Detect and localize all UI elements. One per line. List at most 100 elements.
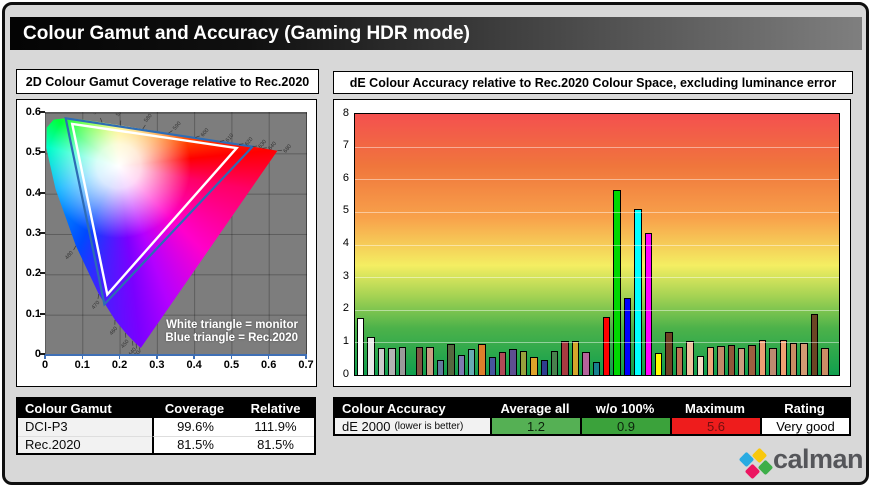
bar bbox=[530, 357, 538, 375]
x-axis-line bbox=[45, 354, 306, 356]
wavelength-tick bbox=[100, 117, 103, 123]
accuracy-chart-panel: 0 1 2 3 4 5 6 7 8 bbox=[333, 99, 851, 387]
gamut-relative-value: 81.5% bbox=[237, 435, 314, 454]
x-tick-label: 0 bbox=[41, 359, 49, 371]
wavelength-label: 460 bbox=[109, 326, 120, 337]
bar bbox=[706, 346, 715, 375]
x-tick-mark bbox=[193, 354, 195, 359]
table-header-cell: Relative bbox=[237, 399, 314, 418]
wavelength-label: 580 bbox=[143, 113, 154, 124]
table-header-cell: Maximum bbox=[670, 399, 760, 418]
wavelength-label: 560 bbox=[92, 113, 103, 116]
bar bbox=[654, 353, 663, 375]
gamut-coverage-value: 99.6% bbox=[152, 418, 237, 436]
bar bbox=[634, 208, 642, 375]
bar bbox=[602, 316, 611, 375]
bar bbox=[357, 317, 365, 375]
table-header-cell: Colour Accuracy bbox=[335, 399, 490, 418]
bar bbox=[561, 340, 569, 375]
wavelength-tick bbox=[142, 124, 146, 130]
accuracy-value-cell: 5.6 bbox=[670, 418, 760, 434]
x-tick-label: 0.5 bbox=[223, 359, 240, 371]
page-title: Colour Gamut and Accuracy (Gaming HDR mo… bbox=[10, 17, 862, 50]
bar bbox=[540, 360, 549, 375]
gridline bbox=[355, 277, 839, 279]
wavelength-label: 480 bbox=[64, 250, 75, 261]
table-header-cell: Coverage bbox=[152, 399, 237, 418]
accuracy-row-note: (lower is better) bbox=[394, 420, 464, 432]
bar bbox=[499, 351, 507, 375]
bar bbox=[790, 343, 798, 375]
accuracy-chart-header: dE Colour Accuracy relative to Rec.2020 … bbox=[333, 71, 853, 94]
gridline bbox=[355, 309, 839, 311]
wavelength-tick bbox=[139, 347, 141, 353]
bar bbox=[592, 361, 600, 375]
report-frame: Colour Gamut and Accuracy (Gaming HDR mo… bbox=[2, 2, 869, 485]
bar-y-tick-label: 7 bbox=[342, 139, 349, 152]
bar bbox=[571, 340, 580, 375]
cie-chromaticity-plot: 4204304404504604704805605705805906006106… bbox=[45, 112, 307, 356]
y-tick-mark bbox=[40, 312, 45, 315]
bar bbox=[478, 344, 486, 375]
gamut-chart-panel: 4204304404504604704805605705805906006106… bbox=[16, 99, 317, 387]
x-tick-label: 0.2 bbox=[111, 359, 128, 371]
accuracy-value-cell: 1.2 bbox=[490, 418, 580, 434]
bar bbox=[388, 348, 396, 375]
gridline bbox=[355, 244, 839, 246]
gamut-row-label: Rec.2020 bbox=[18, 435, 152, 453]
y-tick-label: 0.6 bbox=[25, 106, 41, 118]
y-tick-label: 0.4 bbox=[25, 186, 41, 199]
y-tick-mark bbox=[40, 151, 45, 154]
wavelength-label: 570 bbox=[115, 113, 126, 118]
y-tick-mark bbox=[40, 111, 45, 113]
bar-y-tick-label: 4 bbox=[342, 237, 349, 249]
wavelength-tick bbox=[97, 294, 100, 299]
calman-logo: calman bbox=[738, 444, 870, 486]
bar bbox=[665, 332, 673, 375]
bar bbox=[447, 344, 455, 375]
x-tick-mark bbox=[267, 354, 270, 359]
gridline bbox=[355, 146, 839, 148]
y-tick-label: 0.3 bbox=[25, 227, 41, 239]
bar bbox=[675, 347, 684, 375]
gamut-coverage-value: 81.5% bbox=[152, 435, 237, 453]
x-tick-mark bbox=[118, 354, 121, 359]
bar bbox=[696, 356, 704, 375]
bar-y-tick-label: 0 bbox=[342, 367, 349, 380]
logo-text: calman bbox=[773, 444, 864, 474]
bar bbox=[686, 340, 694, 375]
x-tick-label: 0.1 bbox=[74, 359, 90, 371]
bar bbox=[800, 343, 808, 375]
wavelength-label: 640 bbox=[267, 141, 278, 152]
bar-y-tick-label: 5 bbox=[342, 204, 349, 217]
gridline bbox=[355, 179, 839, 181]
bar bbox=[377, 348, 386, 375]
bar bbox=[415, 347, 424, 375]
gridline bbox=[355, 342, 839, 344]
accuracy-value-cell: Very good bbox=[760, 418, 849, 434]
bar bbox=[519, 350, 528, 375]
wavelength-label: 590 bbox=[172, 121, 183, 132]
bar-y-tick-label: 6 bbox=[342, 171, 349, 184]
gamut-relative-value: 111.9% bbox=[254, 419, 297, 435]
bar bbox=[613, 190, 621, 375]
wavelength-label: 470 bbox=[91, 300, 102, 311]
wavelength-tick bbox=[73, 245, 77, 251]
bar bbox=[738, 348, 746, 375]
accuracy-table: Colour Accuracy Average all w/o 100% Maximu… bbox=[333, 397, 851, 436]
wavelength-label: 450 bbox=[120, 339, 131, 350]
bar bbox=[398, 347, 406, 375]
table-header-cell: Average all bbox=[490, 399, 580, 418]
bar bbox=[769, 348, 777, 375]
y-tick-label: 0.1 bbox=[25, 307, 41, 320]
gamut-row-label: DCI-P3 bbox=[18, 418, 152, 436]
bar-y-tick-label: 1 bbox=[342, 334, 349, 347]
y-tick-label: 0.2 bbox=[25, 267, 41, 280]
table-header-cell: Rating bbox=[760, 399, 849, 418]
wavelength-label: 680 bbox=[283, 144, 294, 155]
bar bbox=[467, 348, 476, 375]
bar bbox=[488, 357, 497, 375]
bar-y-tick-label: 2 bbox=[342, 302, 349, 315]
y-tick-label: 0.5 bbox=[25, 146, 41, 159]
de-bar-plot bbox=[354, 113, 840, 376]
